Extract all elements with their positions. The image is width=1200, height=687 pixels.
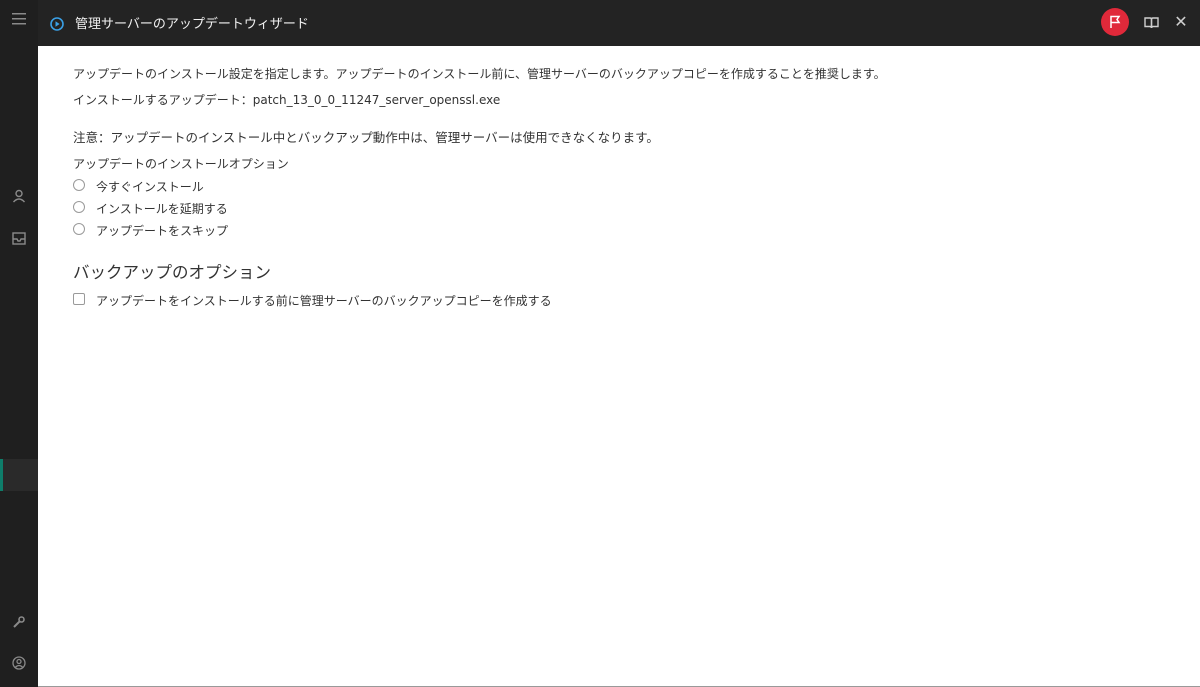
radio-button[interactable]: [73, 223, 85, 235]
radio-button[interactable]: [73, 179, 85, 191]
patch-filename-line: インストールするアップデート：patch_13_0_0_11247_server…: [73, 93, 501, 107]
play-circle-icon: [50, 16, 64, 35]
sidebar-active-item[interactable]: [0, 459, 38, 491]
dialog-title: 管理サーバーのアップデートウィザード: [75, 17, 309, 32]
backup-section-title: バックアップのオプション: [73, 263, 271, 282]
app-sidebar: [0, 0, 38, 687]
radio-label: アップデートをスキップ: [96, 224, 229, 238]
flag-icon: [1110, 15, 1121, 28]
menu-icon[interactable]: [0, 10, 38, 29]
dialog-header: 管理サーバーのアップデートウィザード ✕: [38, 0, 1200, 46]
radio-label: インストールを延期する: [96, 202, 228, 216]
intro-text: アップデートのインストール設定を指定します。アップデートのインストール前に、管理…: [73, 67, 886, 81]
dialog-content: アップデートのインストール設定を指定します。アップデートのインストール前に、管理…: [38, 46, 1200, 687]
wrench-icon[interactable]: [0, 614, 38, 633]
radio-button[interactable]: [73, 201, 85, 213]
account-icon[interactable]: [0, 655, 38, 674]
backup-checkbox[interactable]: [73, 293, 85, 305]
radio-label: 今すぐインストール: [96, 180, 204, 194]
warning-note: 注意：アップデートのインストール中とバックアップ動作中は、管理サーバーは使用でき…: [73, 130, 659, 145]
tray-icon[interactable]: [0, 230, 38, 249]
book-icon[interactable]: [1144, 14, 1159, 33]
install-options-heading: アップデートのインストールオプション: [73, 157, 289, 171]
user-icon[interactable]: [0, 188, 38, 207]
close-icon[interactable]: ✕: [1172, 12, 1190, 32]
backup-checkbox-label: アップデートをインストールする前に管理サーバーのバックアップコピーを作成する: [96, 294, 552, 308]
flag-button[interactable]: [1101, 8, 1129, 36]
